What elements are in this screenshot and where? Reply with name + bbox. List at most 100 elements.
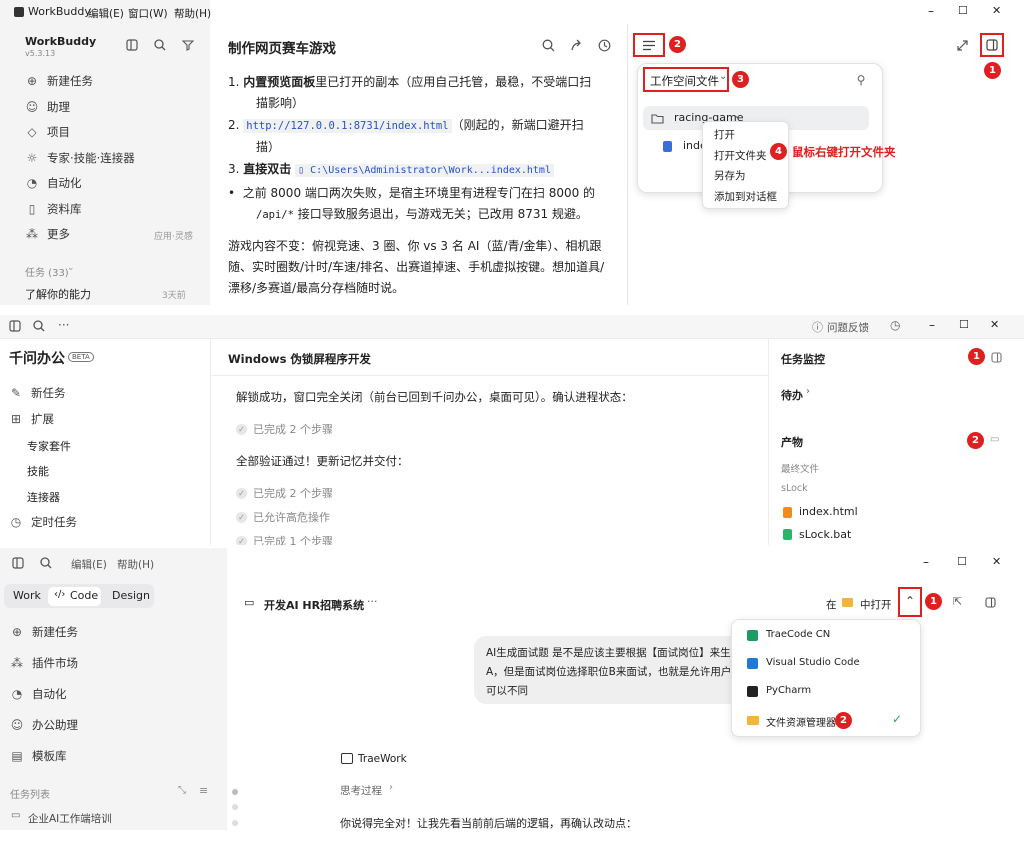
maximize-button[interactable]: ☐ <box>958 4 968 17</box>
nav-extend[interactable]: ⊞ 扩展 <box>9 411 54 427</box>
filter-icon[interactable]: ≡ <box>199 784 208 797</box>
tasks-header[interactable]: 任务 (33) <box>25 264 69 279</box>
chevron-up-icon[interactable]: ⌃ <box>905 594 915 608</box>
sidebar-toggle-icon[interactable] <box>12 557 24 569</box>
dropdown-item-explorer[interactable]: 文件资源管理器 <box>766 714 836 729</box>
nav-new-task[interactable]: ⊕ 新建任务 <box>25 73 93 89</box>
step-badge: 1 <box>925 593 942 610</box>
sidebar-toggle-icon[interactable] <box>9 320 21 332</box>
search-icon[interactable] <box>33 320 45 332</box>
history-icon[interactable] <box>598 39 611 52</box>
menu-edit[interactable]: 编辑(E) <box>88 6 124 21</box>
project-icon: ◇ <box>27 125 37 139</box>
chevron-right-icon: › <box>806 386 810 397</box>
template-icon: ▤ <box>11 749 23 763</box>
clock-icon: ◷ <box>10 515 22 529</box>
nav-projects[interactable]: ◇ 项目 <box>25 124 70 140</box>
close-button[interactable]: ✕ <box>992 555 1001 568</box>
menu-edit[interactable]: 编辑(E) <box>71 557 107 572</box>
file-name[interactable]: index.html <box>799 505 858 518</box>
nav-templates[interactable]: ▤ 模板库 <box>10 748 66 764</box>
list-item: 1. 内置预览面板里已打开的副本（应用自己托管，最稳，不受端口扫 <box>228 75 592 89</box>
task-monitor-title: 任务监控 <box>781 353 825 366</box>
nav-connectors[interactable]: 连接器 <box>27 489 60 505</box>
file-path-link[interactable]: ▯ C:\Users\Administrator\Work...index.ht… <box>295 164 554 177</box>
expand-icon[interactable] <box>957 40 968 51</box>
nav-assistant[interactable]: ☺ 助理 <box>25 99 70 115</box>
share-icon[interactable]: ⇱ <box>953 595 962 608</box>
dropdown-item-vscode[interactable]: Visual Studio Code <box>766 657 860 668</box>
menu-item-open[interactable]: 打开 <box>714 127 735 142</box>
nav-expert-suite[interactable]: 专家套件 <box>27 438 71 454</box>
step-summary[interactable]: ✓ 已完成 1 个步骤 <box>236 533 333 545</box>
panel-toggle-icon[interactable] <box>985 597 996 608</box>
nav-new-task[interactable]: ⊕ 新建任务 <box>10 624 78 640</box>
panel-toggle-icon[interactable] <box>991 352 1002 363</box>
nav-automation[interactable]: ◔ 自动化 <box>25 175 82 191</box>
artifacts-section: 产物 <box>781 436 803 449</box>
open-in-button[interactable]: 中打开 <box>860 597 892 612</box>
minimize-button[interactable]: – <box>929 318 935 332</box>
menu-item-save-as[interactable]: 另存为 <box>714 168 746 183</box>
maximize-button[interactable]: ☐ <box>959 318 969 331</box>
nav-skills[interactable]: 技能 <box>27 463 49 479</box>
feedback-link[interactable]: 问题反馈 <box>827 320 869 335</box>
nav-library[interactable]: ▯ 资料库 <box>25 201 82 217</box>
minimize-button[interactable]: – <box>923 555 929 569</box>
nav-experts[interactable]: ☼ 专家·技能·连接器 <box>25 150 135 166</box>
search-icon[interactable] <box>154 39 166 51</box>
step-summary[interactable]: ✓ 已完成 2 个步骤 <box>236 485 333 501</box>
menu-window[interactable]: 窗口(W) <box>128 6 168 21</box>
filter-icon[interactable] <box>182 39 194 51</box>
clock-icon: ◔ <box>11 687 23 701</box>
collapse-icon[interactable]: ⤡ <box>178 785 186 796</box>
more-button[interactable]: ··· <box>367 595 378 608</box>
menu-item-add-to-chat[interactable]: 添加到对话框 <box>714 189 777 204</box>
pin-icon[interactable]: ⚲ <box>855 74 867 86</box>
step-badge: 2 <box>669 36 686 53</box>
task-item[interactable]: 企业AI工作端培训 <box>28 811 112 826</box>
panel-toggle-icon[interactable] <box>986 39 998 51</box>
workspace-files-dropdown[interactable]: 工作空间文件 <box>650 73 719 89</box>
search-icon[interactable] <box>40 557 52 569</box>
sidebar-toggle-icon[interactable] <box>126 39 138 51</box>
app-version: v5.3.13 <box>25 49 56 58</box>
paragraph: 漂移/多赛道/最高分存档随时说。 <box>228 281 405 295</box>
paragraph: 游戏内容不变：俯视竞速、3 圈、你 vs 3 名 AI（蓝/青/金隼）、相机跟 <box>228 239 602 253</box>
dropdown-item-pycharm[interactable]: PyCharm <box>766 685 811 696</box>
tab-design[interactable]: Design <box>112 589 150 602</box>
bat-file-icon <box>783 529 792 540</box>
folder-open-icon[interactable]: ▭ <box>990 434 999 445</box>
more-icon[interactable]: ··· <box>58 318 69 332</box>
status-icon[interactable]: ◷ <box>890 318 900 332</box>
step-summary[interactable]: ✓ 已完成 2 个步骤 <box>236 421 333 437</box>
nav-automation[interactable]: ◔ 自动化 <box>10 686 67 702</box>
app-title: 千问办公 <box>9 351 65 367</box>
nav-more[interactable]: ⁂ 更多 <box>25 226 70 242</box>
tab-work[interactable]: Work <box>13 589 41 602</box>
nav-timed-tasks[interactable]: ◷ 定时任务 <box>9 514 77 530</box>
step-summary[interactable]: ✓ 已允许高危操作 <box>236 509 330 525</box>
check-icon: ✓ <box>236 535 247 545</box>
search-icon[interactable] <box>542 39 555 52</box>
close-button[interactable]: ✕ <box>992 4 1001 17</box>
menu-item-open-folder[interactable]: 打开文件夹 <box>714 148 767 163</box>
pending-section[interactable]: 待办 <box>781 387 803 403</box>
nav-plugins[interactable]: ⁂ 插件市场 <box>10 655 78 671</box>
task-item[interactable]: 了解你的能力 <box>25 286 91 302</box>
menu-icon[interactable] <box>642 40 656 51</box>
step-badge: 4 <box>770 143 787 160</box>
maximize-button[interactable]: ☐ <box>957 555 967 568</box>
menu-help[interactable]: 帮助(H) <box>117 557 154 572</box>
file-name[interactable]: sLock.bat <box>799 528 851 541</box>
panel-qianwen: ··· ⓘ 问题反馈 ◷ – ☐ ✕ 千问办公 BETA ✎ 新任务 ⊞ 扩展 专家… <box>0 315 1024 545</box>
dropdown-item-traecode[interactable]: TraeCode CN <box>766 629 830 640</box>
menu-help[interactable]: 帮助(H) <box>174 6 211 21</box>
nav-new-task[interactable]: ✎ 新任务 <box>9 385 66 401</box>
thinking-toggle[interactable]: 思考过程 <box>340 783 382 798</box>
nav-office-assistant[interactable]: ☺ 办公助理 <box>10 717 78 733</box>
close-button[interactable]: ✕ <box>990 318 999 331</box>
share-icon[interactable] <box>570 39 583 52</box>
local-url-link[interactable]: http://127.0.0.1:8731/index.html <box>243 119 452 133</box>
minimize-button[interactable]: – <box>928 4 934 18</box>
